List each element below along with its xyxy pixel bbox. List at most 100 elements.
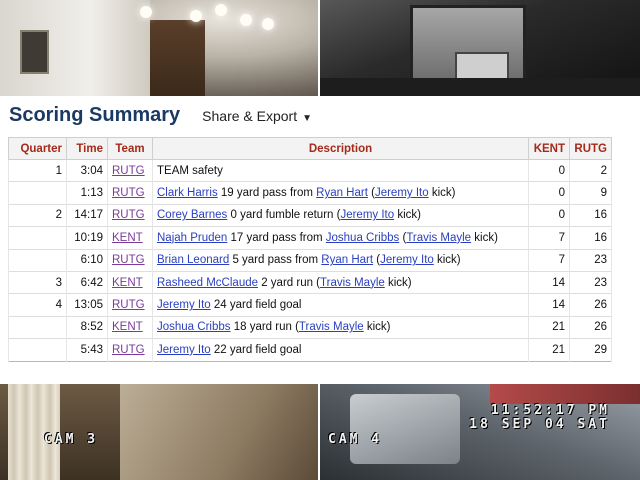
camera-feed-cam4: CAM 4 11:52:17 PM 18 SEP 04 SAT [320,384,640,480]
cell-quarter: 3 [8,270,67,294]
description-text: 17 yard pass from [227,231,326,244]
column-header-team: Team [107,137,153,160]
description-text: kick) [384,276,412,289]
column-header-rutg: RUTG [569,137,612,160]
player-link[interactable]: Ryan Hart [321,254,373,266]
table-row: 8:52 KENT Joshua Cribbs 18 yard run (Travi… [8,315,612,339]
description-text: kick) [471,231,498,244]
cell-kent-score: 21 [528,315,570,339]
cell-description: Jeremy Ito 24 yard field goal [152,293,529,317]
cell-team: KENT [107,315,153,339]
player-link[interactable]: Jeremy Ito [380,254,434,266]
team-link[interactable]: RUTG [112,165,145,177]
cell-kent-score: 7 [528,226,570,250]
cell-team: RUTG [107,203,153,227]
cell-team: RUTG [107,338,153,362]
player-link[interactable]: Jeremy Ito [340,209,394,221]
player-link[interactable]: Joshua Cribbs [326,232,400,244]
cell-team: KENT [107,270,153,294]
cam4-label: CAM 4 [328,432,383,447]
description-text: 5 yard pass from [229,254,322,267]
cell-team: RUTG [107,181,153,205]
team-link[interactable]: RUTG [112,344,145,356]
cell-time: 13:05 [66,293,108,317]
player-link[interactable]: Travis Mayle [406,232,471,244]
camera-picture-frame [20,30,49,74]
team-link[interactable]: RUTG [112,209,145,221]
player-link[interactable]: Najah Pruden [157,232,227,244]
team-link[interactable]: KENT [112,232,143,244]
player-link[interactable]: Clark Harris [157,187,218,199]
column-header-description: Description [152,137,529,160]
camera-desk [320,78,640,96]
team-link[interactable]: KENT [112,321,143,333]
player-link[interactable]: Rasheed McClaude [157,277,258,289]
ceiling-light-icon [215,4,227,16]
description-text: TEAM safety [157,164,223,177]
cell-kent-score: 21 [528,338,570,362]
player-link[interactable]: Ryan Hart [316,187,368,199]
ceiling-light-icon [262,18,274,30]
cell-description: Brian Leonard 5 yard pass from Ryan Hart… [152,248,529,272]
cell-team: RUTG [107,248,153,272]
cell-kent-score: 0 [528,158,570,182]
cell-rutg-score: 16 [569,226,612,250]
cell-quarter [8,315,67,339]
cell-time: 10:19 [66,226,108,250]
column-header-kent: KENT [528,137,570,160]
cell-time: 6:10 [66,248,108,272]
team-link[interactable]: RUTG [112,299,145,311]
caret-down-icon: ▼ [302,113,313,124]
team-link[interactable]: RUTG [112,254,145,266]
cell-quarter: 2 [8,203,67,227]
player-link[interactable]: Brian Leonard [157,254,229,266]
cell-rutg-score: 9 [569,181,612,205]
cell-time: 14:17 [66,203,108,227]
column-header-time: Time [66,137,108,160]
description-text: kick) [363,321,391,334]
player-link[interactable]: Joshua Cribbs [157,321,231,333]
team-link[interactable]: RUTG [112,187,145,199]
table-header-row: Quarter Time Team Description KENT RUTG [8,137,612,160]
cell-description: Jeremy Ito 22 yard field goal [152,338,529,362]
table-row: 5:43 RUTG Jeremy Ito 22 yard field goal 21 2… [8,338,612,362]
cell-quarter [8,226,67,250]
player-link[interactable]: Travis Mayle [299,321,364,333]
description-text: 2 yard run ( [258,276,321,289]
camera-door [150,20,205,96]
summary-header: Scoring Summary Share & Export ▼ [9,104,312,132]
camera-date: 18 SEP 04 SAT [469,417,610,432]
cell-description: Rasheed McClaude 2 yard run (Travis Mayl… [152,270,529,294]
player-link[interactable]: Jeremy Ito [157,299,211,311]
cell-rutg-score: 23 [569,248,612,272]
description-text: 18 yard run ( [230,321,299,334]
scoring-table: Quarter Time Team Description KENT RUTG … [8,137,612,362]
share-export-button[interactable]: Share & Export ▼ [202,108,312,124]
cell-team: KENT [107,226,153,250]
description-text: 0 yard fumble return ( [227,209,341,222]
ceiling-light-icon [240,14,252,26]
table-row: 1 3:04 RUTG TEAM safety 0 2 [8,158,612,182]
cell-description: TEAM safety [152,158,529,182]
ceiling-light-icon [140,6,152,18]
cell-rutg-score: 29 [569,338,612,362]
cell-rutg-score: 26 [569,293,612,317]
description-text: 24 yard field goal [210,299,302,312]
player-link[interactable]: Travis Mayle [320,277,385,289]
cell-rutg-score: 16 [569,203,612,227]
description-text: ( [367,187,375,200]
cell-rutg-score: 2 [569,158,612,182]
player-link[interactable]: Jeremy Ito [375,187,429,199]
camera-feed-top-right [320,0,640,96]
cell-quarter: 4 [8,293,67,317]
camera-red-object [490,384,640,404]
table-body: 1 3:04 RUTG TEAM safety 0 2 1:13 RUTG Clark Harr… [8,158,612,362]
team-link[interactable]: KENT [112,277,143,289]
cell-kent-score: 14 [528,293,570,317]
player-link[interactable]: Corey Barnes [157,209,227,221]
cam3-label: CAM 3 [44,432,99,447]
cell-time: 5:43 [66,338,108,362]
camera-wall [120,384,318,480]
camera-feed-top-left [0,0,318,96]
player-link[interactable]: Jeremy Ito [157,344,211,356]
